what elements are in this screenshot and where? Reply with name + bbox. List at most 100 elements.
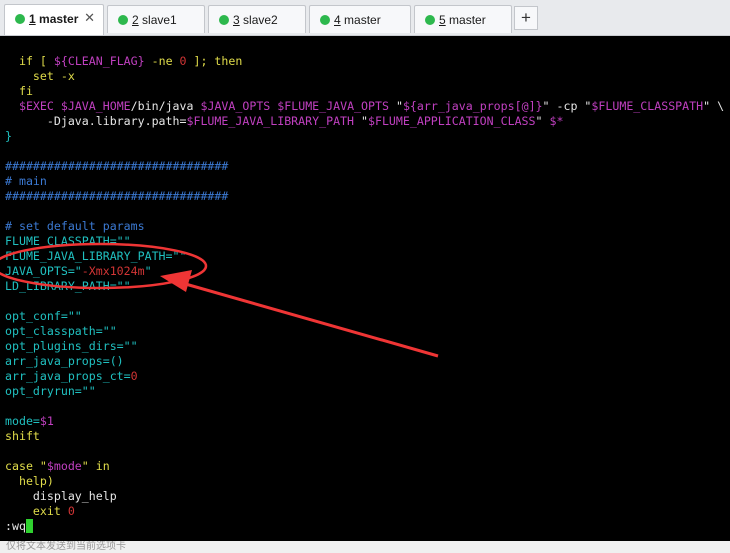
code-token: -ne <box>144 54 180 68</box>
code-token: ################################ <box>5 159 229 173</box>
code-token: ################################ <box>5 189 229 203</box>
code-token: opt_dryrun="" <box>5 384 96 398</box>
terminal-line: opt_plugins_dirs="" <box>5 339 138 354</box>
tab-name: master <box>445 13 486 27</box>
tab-name: master <box>340 13 381 27</box>
connection-status-icon <box>219 15 229 25</box>
tab-number: 5 <box>439 13 446 27</box>
terminal-line: opt_classpath="" <box>5 324 117 339</box>
terminal-line: arr_java_props=() <box>5 354 124 369</box>
terminal-line: case "$mode" in <box>5 459 110 474</box>
tab-1[interactable]: 1 master ✕ <box>4 4 104 35</box>
terminal-line: LD_LIBRARY_PATH="" <box>5 279 131 294</box>
terminal-line: JAVA_OPTS="-Xmx1024m" <box>5 264 152 279</box>
tab-name: slave1 <box>138 13 177 27</box>
code-token: -Djava.library.path= <box>5 114 187 128</box>
terminal-line: exit 0 <box>5 504 75 519</box>
tab-name: master <box>35 12 79 26</box>
tab-number: 1 <box>29 12 36 26</box>
tab-number: 3 <box>233 13 240 27</box>
connection-status-icon <box>118 15 128 25</box>
code-token: $mode <box>46 459 82 473</box>
code-token: help) <box>5 474 54 488</box>
tab-2[interactable]: 2 slave1 <box>107 5 205 33</box>
terminal-line: help) <box>5 474 54 489</box>
code-token: ]; then <box>186 54 243 68</box>
code-token: fi <box>5 84 33 98</box>
terminal-line: ################################ <box>5 159 228 174</box>
connection-status-icon <box>15 14 25 24</box>
tab-5[interactable]: 5 master <box>414 5 512 33</box>
terminal-line: arr_java_props_ct=0 <box>5 369 138 384</box>
code-token: $FLUME_CLASSPATH <box>591 99 704 113</box>
code-token: 0 <box>179 54 187 68</box>
code-token: " \ <box>703 99 725 113</box>
code-token: " -cp " <box>542 99 592 113</box>
code-token: 0 <box>67 504 75 518</box>
code-token: $JAVA_OPTS <box>200 99 271 113</box>
code-token: " in <box>81 459 110 473</box>
code-token: JAVA_OPTS=" <box>5 264 82 278</box>
code-token: ${CLEAN_FLAG} <box>53 54 145 68</box>
code-token: opt_classpath="" <box>5 324 117 338</box>
terminal-line: fi <box>5 84 33 99</box>
terminal-line: :wq <box>5 519 33 534</box>
code-token: opt_conf="" <box>5 309 82 323</box>
code-token: # main <box>5 174 47 188</box>
code-token: case " <box>5 459 47 473</box>
terminal-line: ################################ <box>5 189 228 204</box>
code-token: " <box>354 114 368 128</box>
code-token: -Xmx1024m <box>81 264 145 278</box>
code-token: mode= <box>5 414 40 428</box>
terminal-line: if [ ${CLEAN_FLAG} -ne 0 ]; then <box>5 54 242 69</box>
code-token: $1 <box>39 414 54 428</box>
code-token: $FLUME_JAVA_LIBRARY_PATH <box>186 114 355 128</box>
code-token: $EXEC <box>18 99 54 113</box>
code-token: arr_java_props=() <box>5 354 124 368</box>
terminal-line: -Djava.library.path=$FLUME_JAVA_LIBRARY_… <box>5 114 564 129</box>
code-token: :wq <box>5 519 26 533</box>
code-token: set -x <box>5 69 75 83</box>
tab-4[interactable]: 4 master <box>309 5 411 33</box>
code-token: FLUME_JAVA_LIBRARY_PATH="" <box>5 249 187 263</box>
code-token: " <box>535 114 550 128</box>
terminal-line: opt_dryrun="" <box>5 384 96 399</box>
close-tab-icon[interactable]: ✕ <box>84 10 95 26</box>
code-token: exit <box>5 504 68 518</box>
code-token: " <box>388 99 403 113</box>
code-token: ${arr_java_props[@]} <box>402 99 543 113</box>
tab-number: 4 <box>334 13 341 27</box>
terminal-line: shift <box>5 429 40 444</box>
status-bar: 仅将文本发送到当前选项卡 <box>0 541 730 553</box>
code-token: } <box>5 129 12 143</box>
tab-3[interactable]: 3 slave2 <box>208 5 306 33</box>
terminal-line: mode=$1 <box>5 414 54 429</box>
terminal-line: display_help <box>5 489 117 504</box>
terminal-line: # set default params <box>5 219 145 234</box>
terminal-line: $EXEC $JAVA_HOME/bin/java $JAVA_OPTS $FL… <box>5 99 724 114</box>
text-cursor <box>25 519 33 533</box>
terminal-line: FLUME_CLASSPATH="" <box>5 234 131 249</box>
tab-name: slave2 <box>239 13 278 27</box>
terminal-line: opt_conf="" <box>5 309 82 324</box>
terminal-view[interactable]: if [ ${CLEAN_FLAG} -ne 0 ]; then set -x … <box>0 36 730 541</box>
code-token: " <box>144 264 152 278</box>
code-token: /bin/java <box>130 99 201 113</box>
new-tab-button[interactable]: + <box>514 6 538 30</box>
terminal-line: # main <box>5 174 47 189</box>
code-token: opt_plugins_dirs="" <box>5 339 138 353</box>
code-token: shift <box>5 429 40 443</box>
code-token: # set default params <box>5 219 145 233</box>
connection-status-icon <box>320 15 330 25</box>
code-token: $FLUME_JAVA_OPTS <box>277 99 389 113</box>
code-token: if [ <box>5 54 54 68</box>
terminal-line: FLUME_JAVA_LIBRARY_PATH="" <box>5 249 186 264</box>
tab-label: 2 slave1 <box>132 13 177 27</box>
terminal-line: } <box>5 129 12 144</box>
code-token: LD_LIBRARY_PATH="" <box>5 279 131 293</box>
tab-label: 3 slave2 <box>233 13 278 27</box>
tab-label: 5 master <box>439 13 486 27</box>
code-token: arr_java_props_ct= <box>5 369 131 383</box>
